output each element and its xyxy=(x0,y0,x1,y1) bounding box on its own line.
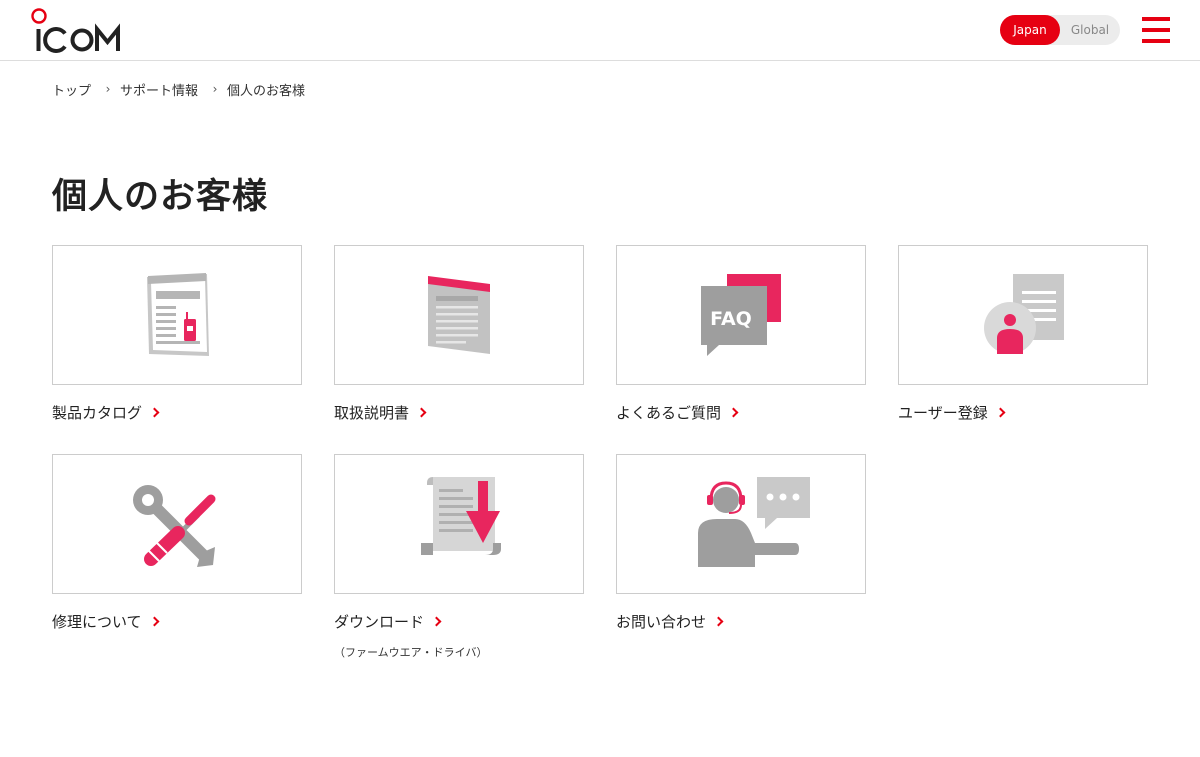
card-label[interactable]: よくあるご質問 xyxy=(616,402,866,423)
card-sublabel: （ファームウエア・ドライバ） xyxy=(334,646,488,659)
manual-icon xyxy=(428,276,490,354)
card-image-box: FAQ xyxy=(616,245,866,385)
repair-tools-icon xyxy=(133,485,216,567)
card-label[interactable]: 取扱説明書 xyxy=(334,402,584,423)
hamburger-menu-icon[interactable] xyxy=(1142,17,1170,43)
chevron-right-icon: › xyxy=(212,82,218,96)
breadcrumb-current: 個人のお客様 xyxy=(227,83,306,99)
download-icon xyxy=(421,477,501,555)
card-label[interactable]: お問い合わせ xyxy=(616,611,866,632)
card-user-registration[interactable]: ユーザー登録 xyxy=(898,245,1148,423)
card-image-box xyxy=(334,245,584,385)
chevron-right-icon xyxy=(149,616,160,627)
card-image-box xyxy=(616,454,866,594)
icom-logo[interactable] xyxy=(30,8,122,54)
faq-icon: FAQ xyxy=(701,274,781,356)
support-operator-icon xyxy=(698,477,810,567)
card-label[interactable]: ダウンロード xyxy=(334,611,584,632)
card-repair[interactable]: 修理について xyxy=(52,454,302,632)
card-image-box xyxy=(898,245,1148,385)
card-image-box xyxy=(334,454,584,594)
lang-japan-button[interactable]: Japan xyxy=(1000,15,1060,45)
breadcrumb: トップ › サポート情報 › 個人のお客様 xyxy=(52,80,306,99)
breadcrumb-top-link[interactable]: トップ xyxy=(52,80,91,99)
card-label[interactable]: 製品カタログ xyxy=(52,402,302,423)
lang-global-button[interactable]: Global xyxy=(1060,15,1120,45)
card-contact[interactable]: お問い合わせ xyxy=(616,454,866,632)
card-image-box xyxy=(52,245,302,385)
card-label[interactable]: ユーザー登録 xyxy=(898,402,1148,423)
card-instruction-manual[interactable]: 取扱説明書 xyxy=(334,245,584,423)
language-toggle: Japan Global xyxy=(1000,15,1120,45)
svg-text:FAQ: FAQ xyxy=(710,308,752,330)
chevron-right-icon xyxy=(431,616,442,627)
chevron-right-icon: › xyxy=(105,82,111,96)
page-title: 個人のお客様 xyxy=(52,177,269,217)
breadcrumb-support-link[interactable]: サポート情報 xyxy=(120,80,198,99)
chevron-right-icon xyxy=(728,407,739,418)
site-header: Japan Global xyxy=(0,0,1200,61)
card-image-box xyxy=(52,454,302,594)
chevron-right-icon xyxy=(416,407,427,418)
user-registration-icon xyxy=(984,274,1064,354)
chevron-right-icon xyxy=(995,407,1006,418)
chevron-right-icon xyxy=(713,616,724,627)
card-label[interactable]: 修理について xyxy=(52,611,302,632)
card-faq[interactable]: FAQ よくあるご質問 xyxy=(616,245,866,423)
catalog-icon xyxy=(147,273,209,356)
card-product-catalog[interactable]: 製品カタログ xyxy=(52,245,302,423)
chevron-right-icon xyxy=(149,407,160,418)
card-download[interactable]: ダウンロード （ファームウエア・ドライバ） xyxy=(334,454,584,660)
